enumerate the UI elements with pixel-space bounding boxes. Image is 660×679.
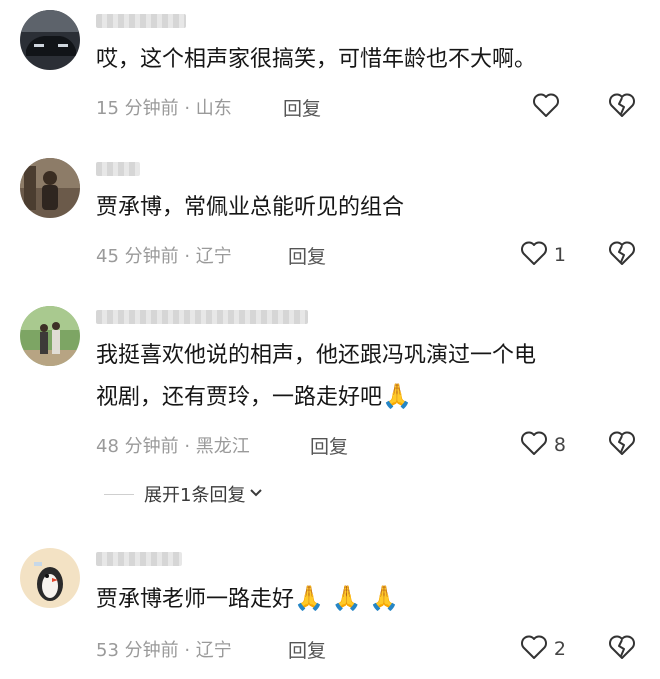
comment-text-body: 我挺喜欢他说的相声，他还跟冯巩演过一个电视剧，还有贾玲，一路走好吧 (96, 343, 537, 410)
username-blurred[interactable] (96, 14, 186, 28)
comment-meta: 48 分钟前 · 黑龙江 (96, 436, 250, 457)
username-blurred[interactable] (96, 310, 308, 324)
comment-text-body: 贾承博老师一路走好 (96, 587, 295, 612)
expand-divider-line (104, 493, 134, 495)
reply-button[interactable]: 回复 (283, 94, 321, 121)
comment-item: 哎，这个相声家很搞笑，可惜年龄也不大啊。 15 分钟前 · 山东 回复 (0, 10, 660, 120)
chevron-down-icon (249, 486, 263, 502)
comment-text: 贾承博，常佩业总能听见的组合 (96, 195, 405, 220)
username-blurred[interactable] (96, 552, 182, 566)
comment-text: 哎，这个相声家很搞笑，可惜年龄也不大啊。 (96, 47, 537, 72)
avatar[interactable] (20, 10, 80, 70)
dislike-button[interactable] (608, 240, 636, 270)
like-button[interactable] (532, 92, 566, 122)
heart-outline-icon (520, 240, 548, 270)
avatar[interactable] (20, 548, 80, 608)
avatar[interactable] (20, 306, 80, 366)
pray-emoji-icon: 🙏 (382, 382, 412, 410)
like-count: 8 (553, 434, 566, 456)
like-button[interactable]: 1 (520, 240, 566, 270)
broken-heart-icon (608, 431, 636, 460)
broken-heart-icon (608, 93, 636, 122)
comment-item: 贾承博老师一路走好🙏 🙏 🙏 53 分钟前 · 辽宁 回复 2 (0, 548, 660, 668)
heart-outline-icon (532, 92, 560, 122)
comment-item: 我挺喜欢他说的相声，他还跟冯巩演过一个电视剧，还有贾玲，一路走好吧🙏 48 分钟… (0, 306, 660, 476)
broken-heart-icon (608, 241, 636, 270)
broken-heart-icon (608, 635, 636, 664)
comment-text: 贾承博老师一路走好🙏 🙏 🙏 (96, 578, 616, 620)
like-count: 1 (553, 244, 566, 266)
heart-outline-icon (520, 430, 548, 460)
comment-item: 贾承博，常佩业总能听见的组合 45 分钟前 · 辽宁 回复 1 (0, 158, 660, 268)
reply-button[interactable]: 回复 (288, 242, 326, 269)
expand-replies-label: 展开1条回复 (144, 485, 246, 506)
expand-replies-button[interactable]: 展开1条回复 (104, 481, 263, 507)
comment-meta: 15 分钟前 · 山东 (96, 98, 232, 119)
dislike-button[interactable] (608, 430, 636, 460)
comment-meta: 53 分钟前 · 辽宁 (96, 640, 232, 661)
heart-outline-icon (520, 634, 548, 664)
comment-meta: 45 分钟前 · 辽宁 (96, 246, 232, 267)
like-count: 2 (553, 638, 566, 660)
like-button[interactable]: 8 (520, 430, 566, 460)
reply-button[interactable]: 回复 (288, 636, 326, 663)
avatar[interactable] (20, 158, 80, 218)
dislike-button[interactable] (608, 92, 636, 122)
username-blurred[interactable] (96, 162, 140, 176)
comment-text: 我挺喜欢他说的相声，他还跟冯巩演过一个电视剧，还有贾玲，一路走好吧🙏 (96, 336, 536, 418)
pray-emoji-icon: 🙏 🙏 🙏 (294, 584, 399, 612)
reply-button[interactable]: 回复 (310, 432, 348, 459)
dislike-button[interactable] (608, 634, 636, 664)
like-button[interactable]: 2 (520, 634, 566, 664)
